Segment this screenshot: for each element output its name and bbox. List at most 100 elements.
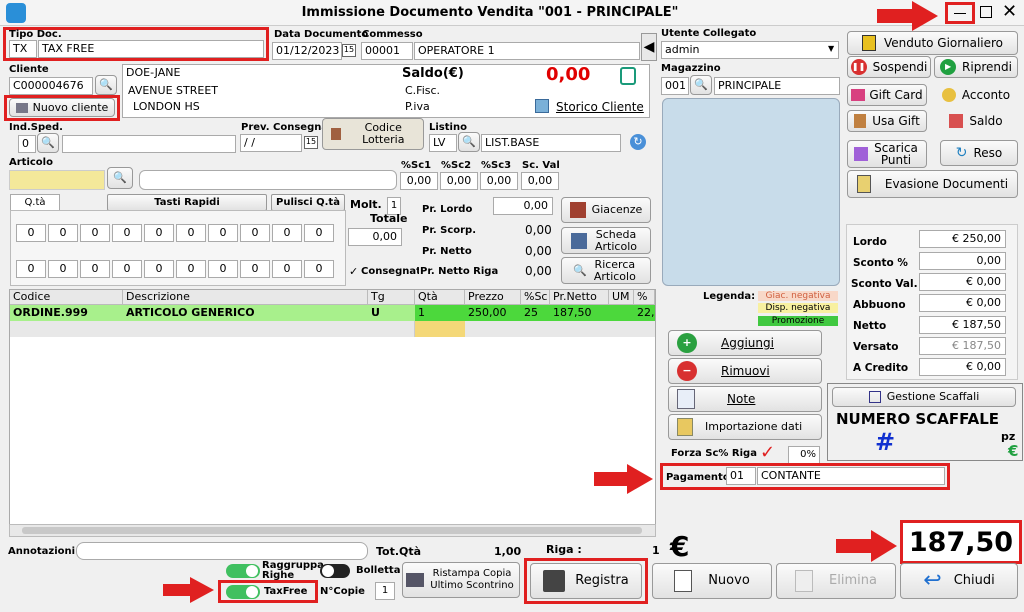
qty-cell[interactable]: 0	[208, 224, 238, 242]
data-doc-field[interactable]: 01/12/2023	[272, 42, 342, 60]
rimuovi-button[interactable]: − Rimuovi	[668, 358, 822, 384]
listino-field[interactable]: LIST.BASE	[481, 134, 621, 152]
qty-cell[interactable]: 0	[208, 260, 238, 278]
col-um[interactable]: UM	[609, 290, 634, 304]
qty-cell[interactable]: 0	[112, 260, 142, 278]
cliente-code[interactable]: C000004676	[9, 77, 93, 95]
articolo-desc-field[interactable]	[139, 170, 397, 190]
nuovo-button[interactable]: Nuovo	[652, 563, 772, 599]
col-codice[interactable]: Codice	[10, 290, 123, 304]
qty-cell[interactable]: 0	[272, 260, 302, 278]
tipo-doc-field[interactable]: TAX FREE	[38, 40, 264, 58]
sc3-field[interactable]: 0,00	[480, 172, 518, 190]
checkmark-icon[interactable]: ✓	[760, 442, 775, 463]
bolletta-toggle[interactable]	[320, 564, 350, 578]
maximize-button[interactable]	[980, 6, 992, 18]
forza-field[interactable]: 0%	[788, 446, 820, 464]
prev-consegna-field[interactable]: / /	[240, 134, 302, 152]
magazzino-code[interactable]: 001	[661, 77, 689, 95]
search-listino-button[interactable]: 🔍	[458, 132, 480, 152]
raggruppa-toggle[interactable]	[226, 564, 260, 578]
chiudi-button[interactable]: ↩ Chiudi	[900, 563, 1018, 599]
acconto-button[interactable]: Acconto	[934, 84, 1018, 106]
scarica-punti-button[interactable]: Scarica Punti	[847, 140, 927, 168]
tab-tasti-rapidi[interactable]: Tasti Rapidi	[107, 194, 267, 211]
reso-button[interactable]: ↻ Reso	[940, 140, 1018, 166]
qty-cell[interactable]: 0	[240, 224, 270, 242]
qty-cell[interactable]: 0	[176, 260, 206, 278]
qty-cell[interactable]: 0	[144, 260, 174, 278]
qty-cell[interactable]: 0	[80, 224, 110, 242]
qty-cell[interactable]: 0	[272, 224, 302, 242]
commesso-field[interactable]: OPERATORE 1	[414, 42, 640, 60]
nuovo-cliente-button[interactable]: Nuovo cliente	[9, 98, 115, 117]
abbuono-field[interactable]: € 0,00	[919, 294, 1006, 312]
evasione-documenti-button[interactable]: Evasione Documenti	[847, 170, 1018, 198]
col-sc[interactable]: %Sc	[521, 290, 550, 304]
search-cliente-button[interactable]: 🔍	[95, 75, 117, 95]
tab-qta[interactable]: Q.tà	[10, 194, 60, 211]
close-button[interactable]: ✕	[1002, 2, 1017, 22]
minimize-button[interactable]	[945, 2, 975, 24]
sc2-field[interactable]: 0,00	[440, 172, 478, 190]
pr-lordo-field[interactable]: 0,00	[493, 197, 553, 215]
utente-dropdown[interactable]: admin	[661, 41, 839, 59]
indsped-field[interactable]	[62, 135, 236, 153]
saldo-button[interactable]: Saldo	[934, 110, 1018, 132]
pagamento-field[interactable]: CONTANTE	[757, 467, 945, 485]
aggiungi-button[interactable]: + Aggiungi	[668, 330, 822, 356]
qty-cell[interactable]: 0	[144, 224, 174, 242]
annotazioni-field[interactable]	[76, 542, 368, 560]
taxfree-toggle[interactable]	[226, 585, 260, 599]
horizontal-scrollbar[interactable]	[9, 524, 656, 537]
scheda-articolo-button[interactable]: Scheda Articolo	[561, 227, 651, 254]
search-magazzino-button[interactable]: 🔍	[690, 75, 712, 95]
gestione-scaffali-button[interactable]: Gestione Scaffali	[832, 387, 1016, 407]
calendar-icon[interactable]: 15	[342, 44, 356, 57]
qty-cell[interactable]: 0	[304, 260, 334, 278]
sc1-field[interactable]: 0,00	[400, 172, 438, 190]
refresh-icon[interactable]: ↻	[630, 134, 646, 150]
consegnato-checkbox[interactable]: ✓	[349, 265, 358, 278]
table-row-new[interactable]	[10, 321, 655, 337]
tab-pulisci-qta[interactable]: Pulisci Q.tà	[271, 194, 345, 211]
importazione-button[interactable]: Importazione dati	[668, 414, 822, 440]
sconto-perc-field[interactable]: 0,00	[919, 252, 1006, 270]
qty-cell[interactable]: 0	[176, 224, 206, 242]
back-arrow-icon[interactable]: ◀	[641, 33, 657, 61]
table-row[interactable]: ORDINE.999 ARTICOLO GENERICO U 1 250,00 …	[10, 305, 655, 321]
gift-card-button[interactable]: Gift Card	[847, 84, 927, 106]
col-prezzo[interactable]: Prezzo	[465, 290, 521, 304]
col-iva[interactable]: %	[634, 290, 655, 304]
totale-field[interactable]: 0,00	[348, 228, 402, 246]
search-articolo-button[interactable]: 🔍	[107, 167, 133, 189]
indsped-code[interactable]: 0	[18, 135, 36, 153]
qty-cell[interactable]: 0	[304, 224, 334, 242]
venduto-giornaliero-button[interactable]: Venduto Giornaliero	[847, 31, 1018, 55]
tipo-doc-code[interactable]: TX	[9, 40, 37, 58]
qty-cell[interactable]: 0	[48, 260, 78, 278]
sconto-val-field[interactable]: € 0,00	[919, 273, 1006, 291]
note-button[interactable]: Note	[668, 386, 822, 412]
commesso-code[interactable]: 00001	[361, 42, 413, 60]
qty-cell[interactable]: 0	[16, 260, 46, 278]
ristampa-button[interactable]: Ristampa Copia Ultimo Scontrino	[402, 562, 520, 598]
registra-button[interactable]: Registra	[530, 563, 642, 599]
listino-code[interactable]: LV	[429, 134, 457, 152]
search-indsped-button[interactable]: 🔍	[37, 133, 59, 153]
riprendi-button[interactable]: ▶ Riprendi	[934, 56, 1018, 78]
qty-cell[interactable]: 0	[16, 224, 46, 242]
col-prnetto[interactable]: Pr.Netto	[550, 290, 609, 304]
sospendi-button[interactable]: ❚❚ Sospendi	[847, 56, 931, 78]
col-descrizione[interactable]: Descrizione	[123, 290, 368, 304]
qty-cell[interactable]: 0	[48, 224, 78, 242]
elimina-button[interactable]: Elimina	[776, 563, 896, 599]
articolo-code-field[interactable]	[9, 170, 105, 190]
usa-gift-button[interactable]: Usa Gift	[847, 110, 927, 132]
qty-cell[interactable]: 0	[80, 260, 110, 278]
versato-field[interactable]: € 187,50	[919, 337, 1006, 355]
ncopie-field[interactable]: 1	[375, 582, 395, 600]
scval-field[interactable]: 0,00	[521, 172, 559, 190]
codice-lotteria-button[interactable]: Codice Lotteria	[322, 118, 424, 150]
calendar-icon-2[interactable]: 15	[304, 136, 318, 149]
